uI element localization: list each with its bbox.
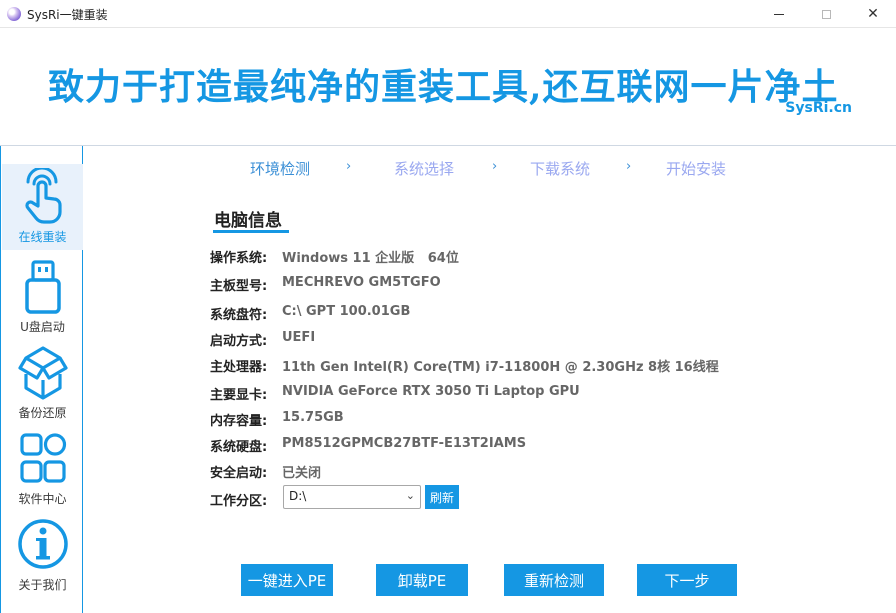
section-underline (213, 230, 289, 233)
refresh-button[interactable]: 刷新 (425, 485, 459, 509)
step-arrow-icon: › (346, 159, 352, 174)
enter-pe-button[interactable]: 一键进入PE (241, 564, 333, 596)
minimize-icon (774, 13, 784, 15)
app-logo-icon (7, 7, 21, 21)
section-title: 电脑信息 (214, 211, 282, 231)
info-label: 启动方式: (210, 334, 268, 349)
info-label: 主处理器: (210, 360, 268, 375)
info-value: MECHREVO GM5TGFO (282, 275, 441, 290)
main-panel: 环境检测 › 系统选择 › 下载系统 › 开始安装 电脑信息 操作系统: Win… (84, 146, 896, 613)
sidebar-item-usb-boot[interactable]: U盘启动 (2, 254, 83, 340)
sidebar-item-backup-restore[interactable]: 备份还原 (2, 340, 83, 426)
uninstall-pe-button[interactable]: 卸载PE (376, 564, 468, 596)
info-value: Windows 11 企业版 64位 (282, 251, 459, 266)
step-start-install: 开始安装 (666, 160, 727, 178)
info-label: 系统盘符: (210, 308, 268, 323)
next-step-button[interactable]: 下一步 (637, 564, 737, 596)
step-progress: 环境检测 › 系统选择 › 下载系统 › 开始安装 (84, 158, 896, 182)
apps-grid-icon (19, 433, 66, 483)
step-arrow-icon: › (492, 159, 498, 174)
title-bar: SysRi一键重装 ✕ (0, 0, 896, 28)
sidebar-item-label: 关于我们 (18, 578, 67, 592)
sidebar-item-about[interactable]: 关于我们 (2, 512, 83, 598)
sidebar-item-label: 软件中心 (18, 492, 67, 506)
window-title: SysRi一键重装 (27, 8, 108, 22)
box-backup-icon (17, 346, 68, 400)
step-download-system: 下载系统 (530, 160, 591, 178)
maximize-button[interactable] (803, 0, 849, 28)
info-value: 已关闭 (282, 466, 322, 481)
info-value: 15.75GB (282, 410, 344, 425)
brand-link[interactable]: SysRi.cn (785, 100, 852, 116)
hand-pointer-icon (24, 168, 62, 224)
step-system-select: 系统选择 (394, 160, 455, 178)
step-arrow-icon: › (626, 159, 632, 174)
info-value: UEFI (282, 330, 316, 345)
chevron-down-icon: ⌄ (405, 489, 415, 502)
info-value: 11th Gen Intel(R) Core(TM) i7-11800H @ 2… (282, 360, 719, 375)
minimize-button[interactable] (756, 0, 802, 28)
info-label: 主板型号: (210, 279, 268, 294)
info-value: C:\ GPT 100.01GB (282, 304, 411, 319)
info-label: 安全启动: (210, 466, 268, 481)
maximize-icon (821, 9, 831, 19)
sidebar-item-label: 备份还原 (18, 406, 67, 420)
info-label: 系统硬盘: (210, 440, 268, 455)
usb-drive-icon (24, 260, 61, 314)
recheck-button[interactable]: 重新检测 (504, 564, 604, 596)
info-label: 操作系统: (210, 251, 268, 266)
banner-slogan: 致力于打造最纯净的重装工具,还互联网一片净土 (48, 66, 839, 108)
info-icon (17, 519, 68, 569)
sidebar: 在线重装 U盘启动 备份还原 软件中心 关于我们 (0, 146, 83, 613)
close-button[interactable]: ✕ (850, 0, 896, 28)
step-environment-check: 环境检测 (250, 160, 311, 178)
sidebar-item-online-reinstall[interactable]: 在线重装 (2, 164, 83, 250)
partition-select[interactable]: D:\ ⌄ (283, 485, 421, 509)
info-value: NVIDIA GeForce RTX 3050 Ti Laptop GPU (282, 384, 580, 399)
sidebar-item-label: 在线重装 (18, 230, 67, 244)
info-value: PM8512GPMCB27BTF-E13T2IAMS (282, 436, 527, 451)
sidebar-item-software-center[interactable]: 软件中心 (2, 426, 83, 512)
sidebar-item-label: U盘启动 (20, 320, 65, 334)
close-icon: ✕ (867, 6, 879, 22)
banner: 致力于打造最纯净的重装工具,还互联网一片净土 SysRi.cn (0, 28, 896, 146)
partition-select-value: D:\ (289, 489, 307, 503)
info-label: 内存容量: (210, 414, 268, 429)
info-label: 主要显卡: (210, 388, 268, 403)
info-label: 工作分区: (210, 494, 268, 509)
